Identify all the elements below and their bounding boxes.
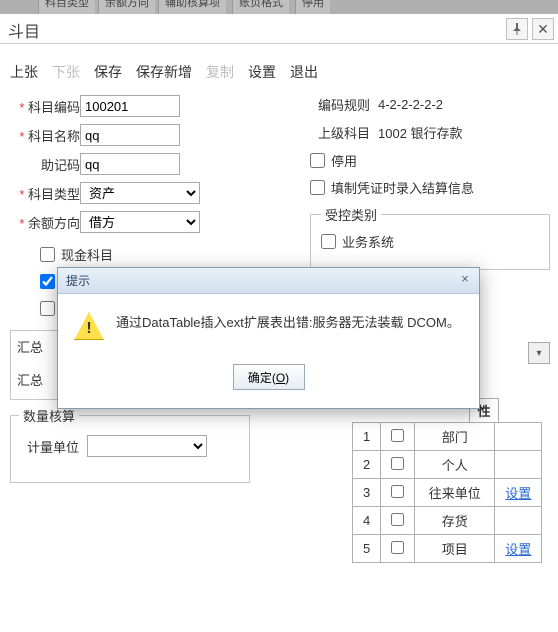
ok-button[interactable]: 确定(O) [233,364,305,390]
type-select[interactable]: 资产 [80,182,200,204]
aux-name-5: 项目 [415,535,495,563]
parent-value: 1002 银行存款 [378,123,463,142]
window-titlebar: 斗目 ✕ [0,14,558,44]
dir-select[interactable]: 借方 [80,211,200,233]
unit-select[interactable] [87,435,207,457]
bg-tab: 账页格式 [232,0,289,14]
settings-button[interactable]: 设置 [248,62,276,82]
aux-name-3: 往来单位 [415,479,495,507]
dialog-titlebar: 提示 × [58,268,479,294]
dialog-message: 通过DataTable插入ext扩展表出错:服务器无法装载 DCOM。 [116,312,460,331]
cfg-link-5[interactable]: 设置 [505,542,531,557]
exit-button[interactable]: 退出 [290,62,318,82]
quantity-fieldset: 数量核算 计量单位 [10,406,250,483]
aux-check-2 [391,457,404,470]
aux-check-3 [391,485,404,498]
aux-check-5 [391,541,404,554]
parent-label: 上级科目 [310,123,370,142]
table-row: 1部门 [353,423,542,451]
rule-label: 编码规则 [310,95,370,114]
controlled-fieldset: 受控类别 业务系统 [310,205,550,270]
bg-tab: 辅助核算项 [158,0,226,14]
chevron-down-icon[interactable]: ▾ [528,342,550,364]
dir-label: 余额方向 [10,213,80,232]
table-row: 2个人 [353,451,542,479]
next-button: 下张 [52,62,80,82]
warning-icon: ! [74,312,104,340]
code-label: 科目编码 [10,97,80,116]
toolbar: 上张 下张 保存 保存新增 复制 设置 退出 [10,60,548,84]
background-tabstrip: 科目类型 余额方向 辅助核算项 账页格式 停用 [0,0,558,14]
cash-checkbox[interactable]: 现金科目 [40,245,270,264]
fillinfo-checkbox[interactable]: 填制凭证时录入结算信息 [310,178,550,197]
controlled-legend: 受控类别 [321,205,381,224]
pin-icon[interactable] [506,18,528,40]
code-input[interactable] [80,95,180,117]
mnemonic-label: 助记码 [10,155,80,174]
cash-label: 现金科目 [61,245,113,264]
name-label: 科目名称 [10,126,80,145]
cfg-link-3[interactable]: 设置 [505,486,531,501]
aux-check-1 [391,429,404,442]
disabled-checkbox[interactable]: 停用 [310,151,550,170]
bizsys-checkbox[interactable]: 业务系统 [321,232,539,251]
copy-button: 复制 [206,62,234,82]
fillinfo-label: 填制凭证时录入结算信息 [331,178,474,197]
window-title: 斗目 [0,14,558,46]
aux-name-2: 个人 [415,451,495,479]
save-button[interactable]: 保存 [94,62,122,82]
table-row: 5项目设置 [353,535,542,563]
bg-tab: 科目类型 [38,0,95,14]
dialog-title: 提示 [66,272,90,289]
unit-label: 计量单位 [19,437,79,456]
table-row: 3往来单位设置 [353,479,542,507]
bizsys-label: 业务系统 [342,232,394,251]
aux-name-4: 存货 [415,507,495,535]
disabled-label: 停用 [331,151,357,170]
type-label: 科目类型 [10,184,80,203]
bg-tab: 余额方向 [98,0,155,14]
bg-tab: 停用 [295,0,330,14]
name-input[interactable] [80,124,180,146]
aux-table: 1部门 2个人 3往来单位设置 4存货 5项目设置 [352,422,542,563]
aux-name-1: 部门 [415,423,495,451]
rule-value: 4-2-2-2-2-2 [378,97,443,112]
close-icon[interactable]: ✕ [532,18,554,40]
save-new-button[interactable]: 保存新增 [136,62,192,82]
prev-button[interactable]: 上张 [10,62,38,82]
close-icon[interactable]: × [457,272,473,288]
mnemonic-input[interactable] [80,153,180,175]
alert-dialog: 提示 × ! 通过DataTable插入ext扩展表出错:服务器无法装载 DCO… [57,267,480,409]
aux-check-4 [391,513,404,526]
table-row: 4存货 [353,507,542,535]
